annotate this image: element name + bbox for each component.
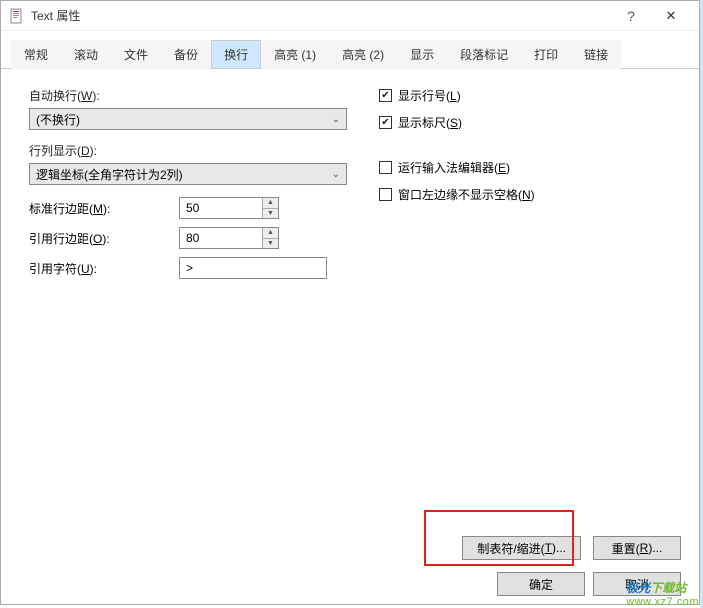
tab-indent-button[interactable]: 制表符/缩进(T)... [462, 536, 581, 560]
help-button[interactable]: ? [611, 8, 651, 24]
show-lineno-checkbox[interactable]: ✔ [379, 89, 392, 102]
auto-wrap-value: (不换行) [36, 111, 80, 128]
spinner-arrows[interactable]: ▲▼ [262, 198, 278, 218]
quote-char-value: > [186, 261, 193, 275]
chevron-down-icon: ⌄ [332, 114, 340, 125]
tab-scroll[interactable]: 滚动 [61, 40, 111, 69]
show-lineno-label: 显示行号(L) [398, 87, 461, 104]
tab-backup[interactable]: 备份 [161, 40, 211, 69]
bottom-buttons: 制表符/缩进(T)... 重置(R)... 确定 取消 [19, 536, 681, 596]
std-margin-value: 50 [180, 201, 262, 215]
std-margin-label: 标准行边距(M): [29, 200, 179, 217]
quote-char-input[interactable]: > [179, 257, 327, 279]
tab-hl2[interactable]: 高亮 (2) [329, 40, 397, 69]
ime-checkbox[interactable] [379, 161, 392, 174]
close-button[interactable]: ✕ [651, 8, 691, 24]
quote-margin-label: 引用行边距(O): [29, 230, 179, 247]
show-ruler-label: 显示标尺(S) [398, 114, 462, 131]
tab-paramark[interactable]: 段落标记 [447, 40, 521, 69]
noblank-checkbox[interactable] [379, 188, 392, 201]
noblank-label: 窗口左边缘不显示空格(N) [398, 186, 535, 203]
line-col-select[interactable]: 逻辑坐标(全角字符计为2列) ⌄ [29, 163, 347, 185]
content-area: 自动换行(W): (不换行) ⌄ 行列显示(D): 逻辑坐标(全角字符计为2列)… [1, 69, 699, 305]
ok-button[interactable]: 确定 [497, 572, 585, 596]
tab-file[interactable]: 文件 [111, 40, 161, 69]
tab-wrap[interactable]: 换行 [211, 40, 261, 69]
right-column: ✔ 显示行号(L) ✔ 显示标尺(S) 运行输入法编辑器(E) 窗口左边缘不显示… [379, 87, 671, 287]
line-col-value: 逻辑坐标(全角字符计为2列) [36, 166, 183, 183]
std-margin-spinner[interactable]: 50 ▲▼ [179, 197, 279, 219]
app-icon [9, 8, 25, 24]
tab-display[interactable]: 显示 [397, 40, 447, 69]
spinner-arrows[interactable]: ▲▼ [262, 228, 278, 248]
auto-wrap-select[interactable]: (不换行) ⌄ [29, 108, 347, 130]
tab-print[interactable]: 打印 [521, 40, 571, 69]
tab-hl1[interactable]: 高亮 (1) [261, 40, 329, 69]
chevron-down-icon: ⌄ [332, 169, 340, 180]
reset-button[interactable]: 重置(R)... [593, 536, 681, 560]
quote-margin-value: 80 [180, 231, 262, 245]
tab-bar: 常规 滚动 文件 备份 换行 高亮 (1) 高亮 (2) 显示 段落标记 打印 … [1, 31, 699, 69]
left-column: 自动换行(W): (不换行) ⌄ 行列显示(D): 逻辑坐标(全角字符计为2列)… [29, 87, 349, 287]
ime-label: 运行输入法编辑器(E) [398, 159, 510, 176]
cancel-button[interactable]: 取消 [593, 572, 681, 596]
tab-general[interactable]: 常规 [11, 40, 61, 69]
titlebar: Text 属性 ? ✕ [1, 1, 699, 31]
window-title: Text 属性 [31, 7, 611, 24]
line-col-label: 行列显示(D): [29, 142, 349, 159]
show-ruler-checkbox[interactable]: ✔ [379, 116, 392, 129]
tab-link[interactable]: 链接 [571, 40, 621, 69]
auto-wrap-label: 自动换行(W): [29, 87, 349, 104]
dialog-window: Text 属性 ? ✕ 常规 滚动 文件 备份 换行 高亮 (1) 高亮 (2)… [0, 0, 700, 605]
quote-char-label: 引用字符(U): [29, 260, 179, 277]
quote-margin-spinner[interactable]: 80 ▲▼ [179, 227, 279, 249]
